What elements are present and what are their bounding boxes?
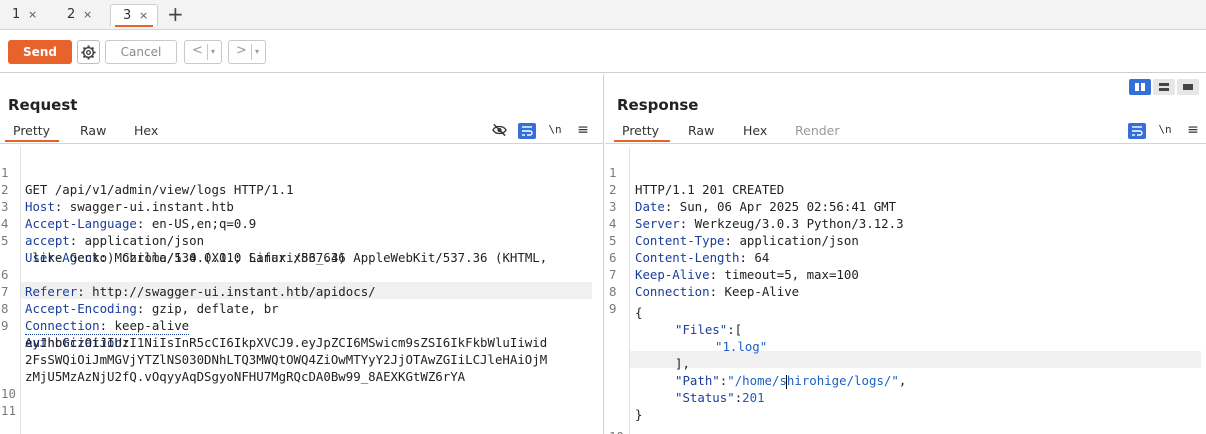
- json-line: "Path":"/home/shirohige/logs/",: [675, 372, 906, 389]
- tab-label: 3: [123, 8, 132, 23]
- divider: [251, 44, 252, 60]
- line-number: 11: [1, 403, 16, 418]
- tab-2[interactable]: 2 ×: [55, 4, 103, 26]
- json-number: 201: [742, 390, 765, 405]
- header-value: : gzip, deflate, br: [136, 301, 279, 316]
- tab-1[interactable]: 1 ×: [0, 4, 48, 26]
- header-line: accept: application/json: [25, 232, 204, 249]
- cancel-button[interactable]: Cancel: [105, 40, 177, 64]
- tab-raw[interactable]: Raw: [688, 122, 714, 142]
- back-button[interactable]: < ▾: [184, 40, 222, 64]
- json-string: "1.log": [715, 339, 768, 354]
- menu-icon[interactable]: ≡: [1185, 122, 1201, 138]
- forward-arrow-icon: >: [236, 43, 247, 58]
- request-panel: Request Pretty Raw Hex \n ≡ 1 GET /api/v…: [0, 74, 604, 434]
- chevron-down-icon[interactable]: ▾: [255, 47, 259, 56]
- header-value: : Werkzeug/3.0.3 Python/3.12.3: [679, 216, 904, 231]
- tab-bar: 1 × 2 × 3 × +: [0, 0, 1206, 30]
- header-line: Date: Sun, 06 Apr 2025 02:56:41 GMT: [635, 198, 896, 215]
- header-value: : keep-alive: [99, 318, 190, 333]
- json-string: hirohige/logs/": [786, 373, 899, 388]
- tab-hex[interactable]: Hex: [743, 122, 767, 142]
- toolbar: Send Cancel < ▾ > ▾: [0, 31, 1206, 73]
- header-line: Content-Type: application/json: [635, 232, 859, 249]
- single-pane-icon[interactable]: [1177, 79, 1199, 95]
- tab-hex[interactable]: Hex: [134, 122, 158, 142]
- header-line: Accept-Encoding: gzip, deflate, br: [25, 300, 279, 317]
- json-punct: :[: [727, 322, 743, 337]
- status-line: HTTP/1.1 201 CREATED: [635, 182, 785, 197]
- new-tab-button[interactable]: +: [167, 3, 184, 25]
- tab-raw[interactable]: Raw: [80, 122, 106, 142]
- split-horizontal-icon[interactable]: [1129, 79, 1151, 95]
- json-punct: ],: [675, 356, 690, 371]
- newline-icon[interactable]: \n: [546, 122, 564, 138]
- header-line: Connection: Keep-Alive: [635, 283, 799, 300]
- header-line: Keep-Alive: timeout=5, max=100: [635, 266, 859, 283]
- split-vertical-icon[interactable]: [1153, 79, 1175, 95]
- header-value: : Sun, 06 Apr 2025 02:56:41 GMT: [664, 199, 897, 214]
- tab-3[interactable]: 3 ×: [110, 4, 158, 27]
- close-icon[interactable]: ×: [83, 4, 92, 26]
- request-title: Request: [8, 96, 78, 114]
- tab-label: 2: [67, 7, 76, 22]
- gear-icon: [81, 45, 96, 60]
- close-icon[interactable]: ×: [139, 5, 148, 27]
- chevron-down-icon[interactable]: ▾: [211, 47, 215, 56]
- header-line: Accept-Language: en-US,en;q=0.9: [25, 215, 256, 232]
- settings-button[interactable]: [77, 40, 100, 64]
- request-view-tabs: Pretty Raw Hex \n ≡: [0, 122, 604, 142]
- token-line: eyJhbGciOiJIUzI1NiIsInR5cCI6IkpXVCJ9.eyJ…: [25, 335, 548, 350]
- response-panel: Response Pretty Raw Hex Render \n ≡ 1 HT…: [605, 74, 1206, 434]
- header-value-continuation: like Gecko) Chrome/134.0.0.0 Safari/537.…: [25, 250, 346, 265]
- eye-off-icon[interactable]: [491, 123, 507, 139]
- header-value: : application/json: [69, 233, 205, 248]
- header-key: Content-Length: [635, 250, 740, 265]
- forward-button[interactable]: > ▾: [228, 40, 266, 64]
- header-value: : swagger-ui.instant.htb: [54, 199, 234, 214]
- token-line: 2FsSWQiOiJmMGVjYTZlNS030DNhLTQ3MWQtOWQ4Z…: [25, 352, 548, 367]
- tab-pretty[interactable]: Pretty: [5, 122, 59, 142]
- header-line: Content-Length: 64: [635, 249, 769, 266]
- tab-render[interactable]: Render: [795, 122, 840, 142]
- json-key: "Status": [675, 390, 735, 405]
- json-line: "Files":[: [675, 321, 742, 338]
- newline-icon[interactable]: \n: [1156, 122, 1174, 138]
- wrap-icon[interactable]: [518, 123, 536, 139]
- token-line: zMjU5MzAzNjU2fQ.vOqyyAqDSgyoNFHU7MgRQcDA…: [25, 369, 466, 384]
- json-key: "Files": [675, 322, 728, 337]
- layout-toggle: [1129, 79, 1201, 95]
- divider: [0, 143, 604, 144]
- divider: [207, 44, 208, 60]
- header-line: Referer: http://swagger-ui.instant.htb/a…: [25, 283, 376, 300]
- header-value: : http://swagger-ui.instant.htb/apidocs/: [77, 284, 376, 299]
- request-line: GET /api/v1/admin/view/logs HTTP/1.1: [25, 182, 294, 197]
- header-value: : Keep-Alive: [709, 284, 800, 299]
- send-button[interactable]: Send: [8, 40, 72, 64]
- divider: [605, 143, 1206, 144]
- header-value: : 64: [739, 250, 770, 265]
- header-value: : timeout=5, max=100: [709, 267, 859, 282]
- tab-pretty[interactable]: Pretty: [614, 122, 670, 142]
- header-value: : application/json: [724, 233, 859, 248]
- wrap-icon[interactable]: [1128, 123, 1146, 139]
- json-string: "/home/s: [727, 373, 787, 388]
- menu-icon[interactable]: ≡: [575, 122, 591, 138]
- header-line: Server: Werkzeug/3.0.3 Python/3.12.3: [635, 215, 904, 232]
- tab-label: 1: [12, 7, 21, 22]
- response-view-tabs: Pretty Raw Hex Render \n ≡: [605, 122, 1206, 142]
- response-title: Response: [617, 96, 699, 114]
- header-line: Connection: keep-alive: [25, 317, 190, 335]
- back-arrow-icon: <: [192, 43, 203, 58]
- json-key: "Path": [675, 373, 720, 388]
- header-value: : en-US,en;q=0.9: [136, 216, 257, 231]
- close-icon[interactable]: ×: [28, 4, 37, 26]
- json-punct: ,: [898, 373, 907, 388]
- line-number: 10: [609, 428, 624, 434]
- json-line: "Status":201: [675, 389, 765, 406]
- header-line: Host: swagger-ui.instant.htb: [25, 198, 234, 215]
